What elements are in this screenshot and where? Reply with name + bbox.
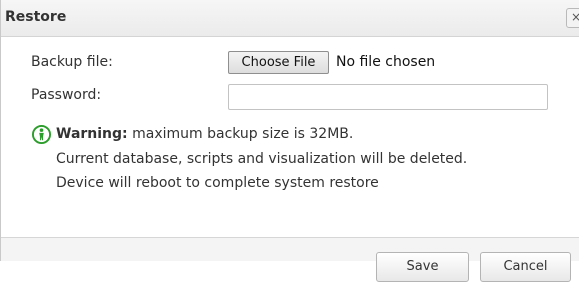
choose-file-button[interactable]: Choose File [228, 51, 329, 74]
dialog-title: Restore [5, 9, 67, 25]
save-button[interactable]: Save [376, 252, 469, 282]
password-field[interactable] [228, 84, 548, 110]
warning-person-icon [32, 125, 51, 144]
close-button[interactable]: × [566, 8, 579, 28]
restore-dialog: Restore × Backup file: Choose File No fi… [0, 0, 579, 282]
warning-label: Warning: [56, 126, 128, 142]
password-label: Password: [31, 87, 102, 103]
warning-line-2: Current database, scripts and visualizat… [56, 151, 468, 167]
cancel-button[interactable]: Cancel [480, 252, 571, 282]
backup-file-label: Backup file: [31, 54, 113, 70]
file-status-text: No file chosen [336, 54, 436, 70]
dialog-titlebar: Restore × [1, 0, 579, 37]
warning-line-3: Device will reboot to complete system re… [56, 175, 379, 191]
warning-line-1: Warning: maximum backup size is 32MB. [56, 126, 353, 142]
warning-size-text: maximum backup size is 32MB. [127, 126, 354, 142]
